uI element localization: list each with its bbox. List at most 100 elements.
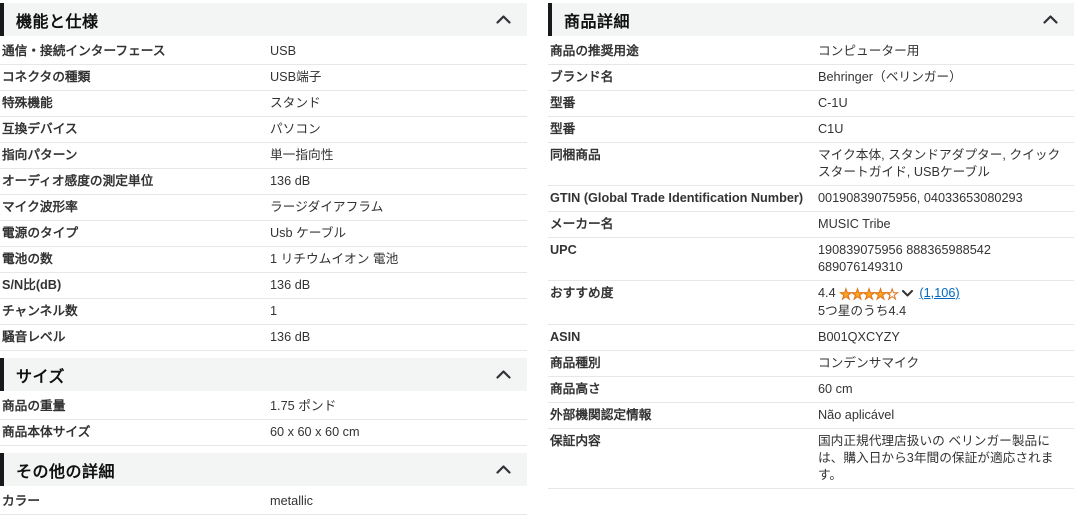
table-row: UPC 190839075956 888365988542 68907614931…	[548, 238, 1074, 281]
section-header[interactable]: 機能と仕様	[0, 3, 527, 36]
spec-value: 国内正規代理店扱いの ベリンガー製品には、購入日から3年間の保証が適応されます。	[818, 434, 1054, 482]
table-row: 電池の数 1 リチウムイオン 電池	[0, 247, 527, 273]
spec-value: metallic	[270, 494, 314, 508]
spec-value: B001QXCYZY	[818, 330, 900, 344]
spec-value: コンデンサマイク	[818, 356, 920, 370]
table-row: ASIN B001QXCYZY	[548, 325, 1074, 351]
spec-column-right: 商品詳細商品の推奨用途 コンピューター用ブランド名 Behringer（ベリンガー）…	[548, 3, 1074, 489]
table-row: 型番 C1U	[548, 117, 1074, 143]
spec-label: 特殊機能	[2, 96, 53, 110]
rating-subtitle: 5つ星のうち4.4	[818, 304, 907, 318]
spec-label: カラー	[2, 494, 41, 508]
spec-label: メーカー名	[550, 217, 614, 231]
table-row: ブランド名 Behringer（ベリンガー）	[548, 65, 1074, 91]
chevron-up-icon	[1043, 15, 1058, 24]
spec-label: マイク波形率	[2, 200, 78, 214]
spec-label: コネクタの種類	[2, 70, 91, 84]
spec-value: USB	[270, 44, 297, 58]
table-row: 商品種別 コンデンサマイク	[548, 351, 1074, 377]
table-row: 同梱商品 マイク本体, スタンドアダプター, クイックスタートガイド, USBケー…	[548, 143, 1074, 186]
spec-label: 商品の推奨用途	[550, 44, 639, 58]
spec-value: コンピューター用	[818, 44, 920, 58]
section-title: 商品詳細	[564, 13, 631, 31]
chevron-up-icon	[496, 15, 511, 24]
section-title: 機能と仕様	[16, 13, 99, 31]
table-row: 商品の重量 1.75 ポンド	[0, 394, 527, 420]
table-row: 商品本体サイズ 60 x 60 x 60 cm	[0, 420, 527, 446]
spec-label: GTIN (Global Trade Identification Number…	[550, 191, 804, 205]
table-row: チャンネル数 1	[0, 299, 527, 325]
chevron-down-icon[interactable]	[902, 290, 914, 297]
table-row: 外部機関認定情報 Não aplicável	[548, 403, 1074, 429]
spec-value: 1 リチウムイオン 電池	[270, 252, 399, 266]
section-title: サイズ	[16, 368, 66, 386]
table-row: おすすめ度 4.4★★★★★★★★★★ (1,106) 5つ星のうち4.4	[548, 281, 1074, 325]
spec-value: 00190839075956, 04033653080293	[818, 191, 1023, 205]
spec-label: 商品の重量	[2, 399, 66, 413]
table-row: 電源のタイプ Usb ケーブル	[0, 221, 527, 247]
spec-value: MUSIC Tribe	[818, 217, 891, 231]
spec-label: 互換デバイス	[2, 122, 78, 136]
spec-value: 190839075956 888365988542 689076149310	[818, 243, 991, 274]
spec-label: チャンネル数	[2, 304, 78, 318]
spec-value: 136 dB	[270, 330, 311, 344]
spec-label: 商品本体サイズ	[2, 425, 91, 439]
section-header[interactable]: サイズ	[0, 358, 527, 391]
table-row: 通信・接続インターフェース USB	[0, 39, 527, 65]
spec-value: USB端子	[270, 70, 322, 84]
spec-label: 外部機関認定情報	[550, 408, 652, 422]
spec-value: 136 dB	[270, 174, 311, 188]
spec-value: スタンド	[270, 96, 321, 110]
spec-section: その他の詳細カラー metallic	[0, 453, 527, 515]
product-spec-page: 機能と仕様通信・接続インターフェース USB コネクタの種類 USB端子特殊機能 スタン…	[0, 0, 1080, 520]
spec-label: UPC	[550, 243, 577, 257]
spec-label: ASIN	[550, 330, 581, 344]
spec-label: オーディオ感度の測定単位	[2, 174, 154, 188]
section-rows: カラー metallic	[0, 489, 527, 515]
table-row: 互換デバイス パソコン	[0, 117, 527, 143]
table-row: コネクタの種類 USB端子	[0, 65, 527, 91]
spec-value: 単一指向性	[270, 148, 334, 162]
rating-cell: 4.4★★★★★★★★★★ (1,106) 5つ星のうち4.4	[818, 285, 1074, 320]
section-header[interactable]: 商品詳細	[548, 3, 1074, 36]
spec-value: 1	[270, 304, 278, 318]
star-fill-icon: ★★★★★	[839, 286, 891, 301]
spec-value: Usb ケーブル	[270, 226, 347, 240]
spec-label: 型番	[550, 122, 576, 136]
table-row: 指向パターン 単一指向性	[0, 143, 527, 169]
section-rows: 商品の推奨用途 コンピューター用ブランド名 Behringer（ベリンガー） 型番 C-…	[548, 39, 1074, 489]
table-row: 特殊機能 スタンド	[0, 91, 527, 117]
table-row: 商品の推奨用途 コンピューター用	[548, 39, 1074, 65]
spec-label: 型番	[550, 96, 576, 110]
chevron-up-icon	[496, 370, 511, 379]
spec-label: 電池の数	[2, 252, 53, 266]
spec-value: 60 x 60 x 60 cm	[270, 425, 360, 439]
spec-value: C-1U	[818, 96, 848, 110]
spec-label: 電源のタイプ	[2, 226, 79, 240]
review-count-link[interactable]: (1,106)	[919, 285, 959, 302]
spec-label: S/N比(dB)	[2, 278, 62, 292]
section-title: その他の詳細	[16, 463, 116, 481]
spec-label: 同梱商品	[550, 148, 601, 162]
spec-label: 指向パターン	[2, 148, 78, 162]
table-row: カラー metallic	[0, 489, 527, 515]
spec-label: 商品高さ	[550, 382, 601, 396]
table-row: 型番 C-1U	[548, 91, 1074, 117]
table-row: 保証内容 国内正規代理店扱いの ベリンガー製品には、購入日から3年間の保証が適応さ…	[548, 429, 1074, 489]
section-header[interactable]: その他の詳細	[0, 453, 527, 486]
spec-value: 136 dB	[270, 278, 311, 292]
spec-value: パソコン	[270, 122, 321, 136]
chevron-up-icon	[496, 465, 511, 474]
spec-value: C1U	[818, 122, 844, 136]
spec-section: サイズ商品の重量 1.75 ポンド商品本体サイズ 60 x 60 x 60 cm	[0, 358, 527, 446]
spec-label: 通信・接続インターフェース	[2, 44, 166, 58]
table-row: メーカー名 MUSIC Tribe	[548, 212, 1074, 238]
spec-value: Behringer（ベリンガー）	[818, 70, 962, 84]
spec-column-left: 機能と仕様通信・接続インターフェース USB コネクタの種類 USB端子特殊機能 スタン…	[0, 3, 527, 515]
spec-label: 保証内容	[550, 434, 601, 448]
rating-value: 4.4	[818, 286, 836, 300]
spec-section: 機能と仕様通信・接続インターフェース USB コネクタの種類 USB端子特殊機能 スタン…	[0, 3, 527, 351]
star-rating-icon: ★★★★★★★★★★	[839, 286, 899, 301]
spec-section: 商品詳細商品の推奨用途 コンピューター用ブランド名 Behringer（ベリンガー）…	[548, 3, 1074, 489]
spec-label: 商品種別	[550, 356, 601, 370]
